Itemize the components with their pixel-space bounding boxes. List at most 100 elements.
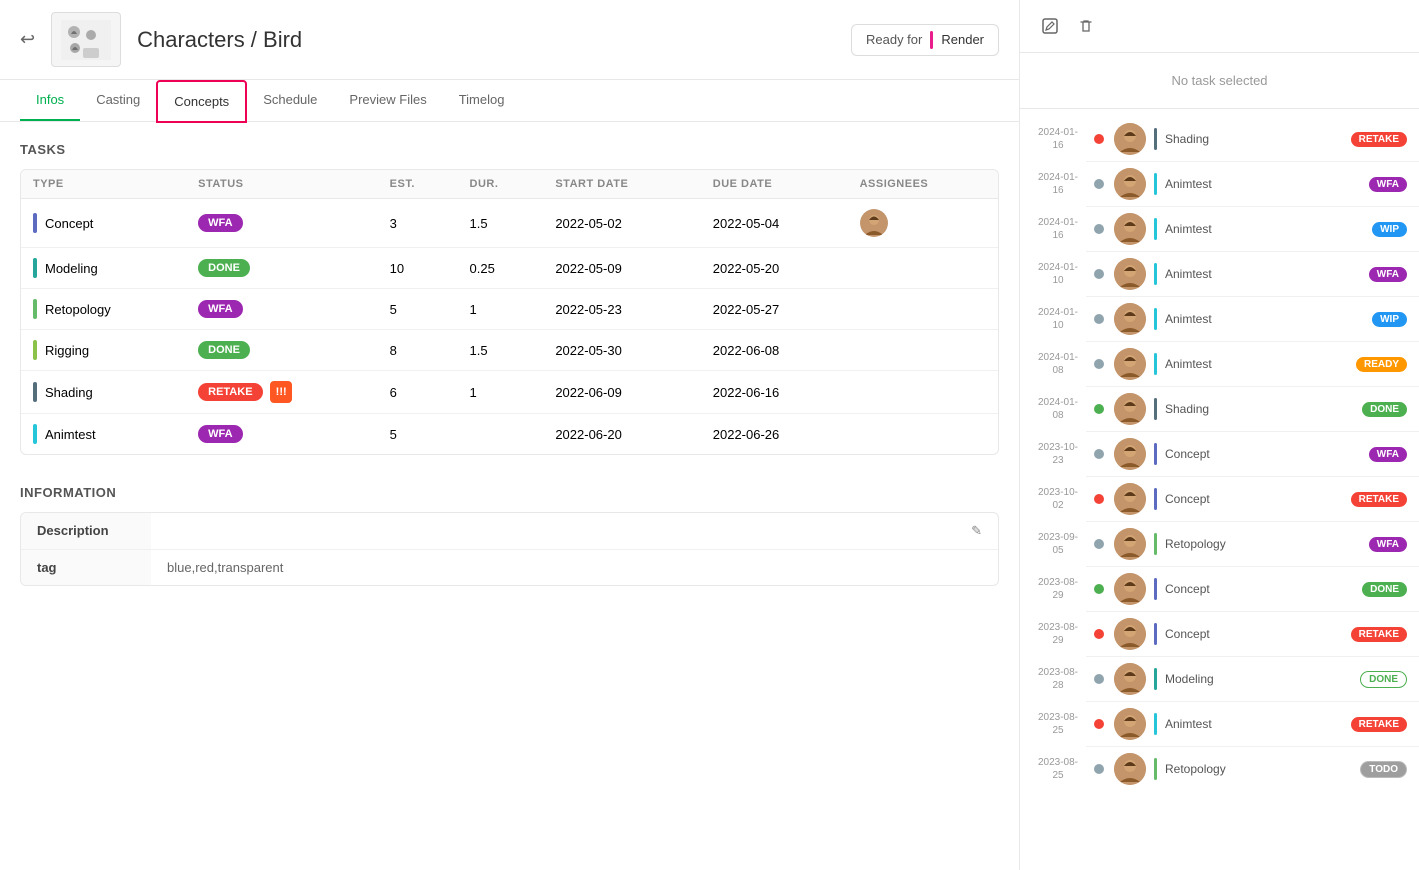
list-item[interactable]: 2024-01-16 Shading RETAKE — [1020, 117, 1419, 161]
avatar — [1114, 348, 1146, 380]
header: ↩ Characters / Bird Ready for Render — [0, 0, 1019, 80]
timeline-date-area: 2024-01-16 — [1032, 216, 1084, 242]
avatar — [1114, 168, 1146, 200]
timeline-dot — [1094, 314, 1104, 324]
status-badge: READY — [1356, 357, 1407, 372]
task-start-cell: 2022-06-20 — [543, 414, 700, 455]
timeline-dot — [1094, 269, 1104, 279]
task-dur-cell: 1.5 — [458, 199, 544, 248]
list-item[interactable]: 2024-01-10 Animtest WFA — [1020, 252, 1419, 296]
timeline-dot — [1094, 674, 1104, 684]
timeline-dot — [1094, 224, 1104, 234]
timeline-date-area: 2024-01-10 — [1032, 261, 1084, 287]
timeline-dot-area — [1092, 359, 1106, 369]
table-row[interactable]: Retopology WFA 5 1 2022-05-23 2022-05-27 — [21, 289, 998, 330]
task-status-cell: WFA — [186, 199, 378, 248]
tab-schedule[interactable]: Schedule — [247, 80, 333, 121]
timeline-dot-area — [1092, 224, 1106, 234]
task-color-bar — [33, 424, 37, 444]
list-item[interactable]: 2023-08-25 Animtest RETAKE — [1020, 702, 1419, 746]
avatar — [1114, 573, 1146, 605]
timeline-dot — [1094, 719, 1104, 729]
timeline-date: 2024-01-08 — [1038, 396, 1078, 422]
timeline-task-name: Animtest — [1165, 717, 1343, 731]
timeline-dot-area — [1092, 764, 1106, 774]
status-badge: WFA — [1369, 447, 1407, 462]
back-button[interactable]: ↩ — [20, 29, 35, 50]
info-row-tag: tag blue,red,transparent — [21, 550, 998, 586]
task-due-cell: 2022-05-04 — [701, 199, 848, 248]
task-due-cell: 2022-05-27 — [701, 289, 848, 330]
tab-preview-files[interactable]: Preview Files — [333, 80, 442, 121]
right-panel-actions — [1036, 12, 1100, 40]
timeline-date: 2024-01-10 — [1038, 261, 1078, 287]
task-dur-cell: 1 — [458, 371, 544, 414]
timeline-task-name: Retopology — [1165, 537, 1361, 551]
timeline-task-name: Concept — [1165, 447, 1361, 461]
list-item[interactable]: 2023-08-29 Concept RETAKE — [1020, 612, 1419, 656]
edit-icon[interactable]: ✎ — [971, 523, 982, 539]
task-est-cell: 3 — [378, 199, 458, 248]
task-type-cell: Shading — [33, 382, 174, 402]
timeline-date: 2023-08-29 — [1038, 576, 1078, 602]
status-badge: WFA — [198, 425, 242, 443]
task-status-cell: WFA — [186, 289, 378, 330]
tab-timelog[interactable]: Timelog — [443, 80, 521, 121]
task-status-cell: WFA — [186, 414, 378, 455]
list-item[interactable]: 2024-01-16 Animtest WFA — [1020, 162, 1419, 206]
list-item[interactable]: 2023-10-23 Concept WFA — [1020, 432, 1419, 476]
col-status: STATUS — [186, 170, 378, 199]
task-status-cell: DONE — [186, 330, 378, 371]
list-item[interactable]: 2023-08-25 Retopology TODO — [1020, 747, 1419, 791]
timeline-task-name: Animtest — [1165, 267, 1361, 281]
list-item[interactable]: 2023-08-28 Modeling DONE — [1020, 657, 1419, 701]
info-label-tag: tag — [21, 550, 151, 586]
timeline-task-bar — [1154, 713, 1157, 735]
task-dur-cell: 0.25 — [458, 248, 544, 289]
tab-casting[interactable]: Casting — [80, 80, 156, 121]
task-assignees-cell — [848, 199, 998, 248]
timeline-task-name: Retopology — [1165, 762, 1352, 776]
tab-infos[interactable]: Infos — [20, 80, 80, 121]
list-item[interactable]: 2023-09-05 Retopology WFA — [1020, 522, 1419, 566]
thumbnail-image — [51, 12, 121, 67]
delete-task-button[interactable] — [1072, 12, 1100, 40]
status-badge: DONE — [1362, 402, 1407, 417]
information-section-title: INFORMATION — [20, 485, 999, 500]
timeline-dot-area — [1092, 314, 1106, 324]
list-item[interactable]: 2023-08-29 Concept DONE — [1020, 567, 1419, 611]
avatar — [1114, 708, 1146, 740]
list-item[interactable]: 2024-01-16 Animtest WIP — [1020, 207, 1419, 251]
timeline-date-area: 2023-08-29 — [1032, 621, 1084, 647]
task-name: Shading — [45, 385, 93, 400]
timeline-dot-area — [1092, 179, 1106, 189]
tasks-table: TYPE STATUS EST. DUR. START DATE DUE DAT… — [20, 169, 999, 455]
info-value-tag: blue,red,transparent — [151, 550, 998, 586]
timeline-date: 2023-09-05 — [1038, 531, 1078, 557]
col-due: DUE DATE — [701, 170, 848, 199]
table-row[interactable]: Concept WFA 3 1.5 2022-05-02 2022-05-04 — [21, 199, 998, 248]
list-item[interactable]: 2024-01-08 Animtest READY — [1020, 342, 1419, 386]
timeline-dot — [1094, 134, 1104, 144]
edit-task-button[interactable] — [1036, 12, 1064, 40]
list-item[interactable]: 2023-10-02 Concept RETAKE — [1020, 477, 1419, 521]
table-row[interactable]: Animtest WFA 5 2022-06-20 2022-06-26 — [21, 414, 998, 455]
table-row[interactable]: Shading RETAKE !!! 6 1 2022-06-09 2022-0… — [21, 371, 998, 414]
status-badge: RETAKE — [198, 383, 262, 401]
ready-for-button[interactable]: Ready for Render — [851, 24, 999, 56]
task-name: Animtest — [45, 427, 96, 442]
task-type-cell: Modeling — [33, 258, 174, 278]
task-est-cell: 8 — [378, 330, 458, 371]
avatar — [1114, 753, 1146, 785]
table-row[interactable]: Rigging DONE 8 1.5 2022-05-30 2022-06-08 — [21, 330, 998, 371]
table-row[interactable]: Modeling DONE 10 0.25 2022-05-09 2022-05… — [21, 248, 998, 289]
avatar — [1114, 438, 1146, 470]
list-item[interactable]: 2024-01-10 Animtest WIP — [1020, 297, 1419, 341]
timeline-date-area: 2023-08-25 — [1032, 711, 1084, 737]
task-start-cell: 2022-05-30 — [543, 330, 700, 371]
timeline-dot — [1094, 629, 1104, 639]
tab-concepts[interactable]: Concepts — [156, 80, 247, 123]
list-item[interactable]: 2024-01-08 Shading DONE — [1020, 387, 1419, 431]
timeline-date-area: 2023-08-25 — [1032, 756, 1084, 782]
status-badge: DONE — [198, 341, 250, 359]
